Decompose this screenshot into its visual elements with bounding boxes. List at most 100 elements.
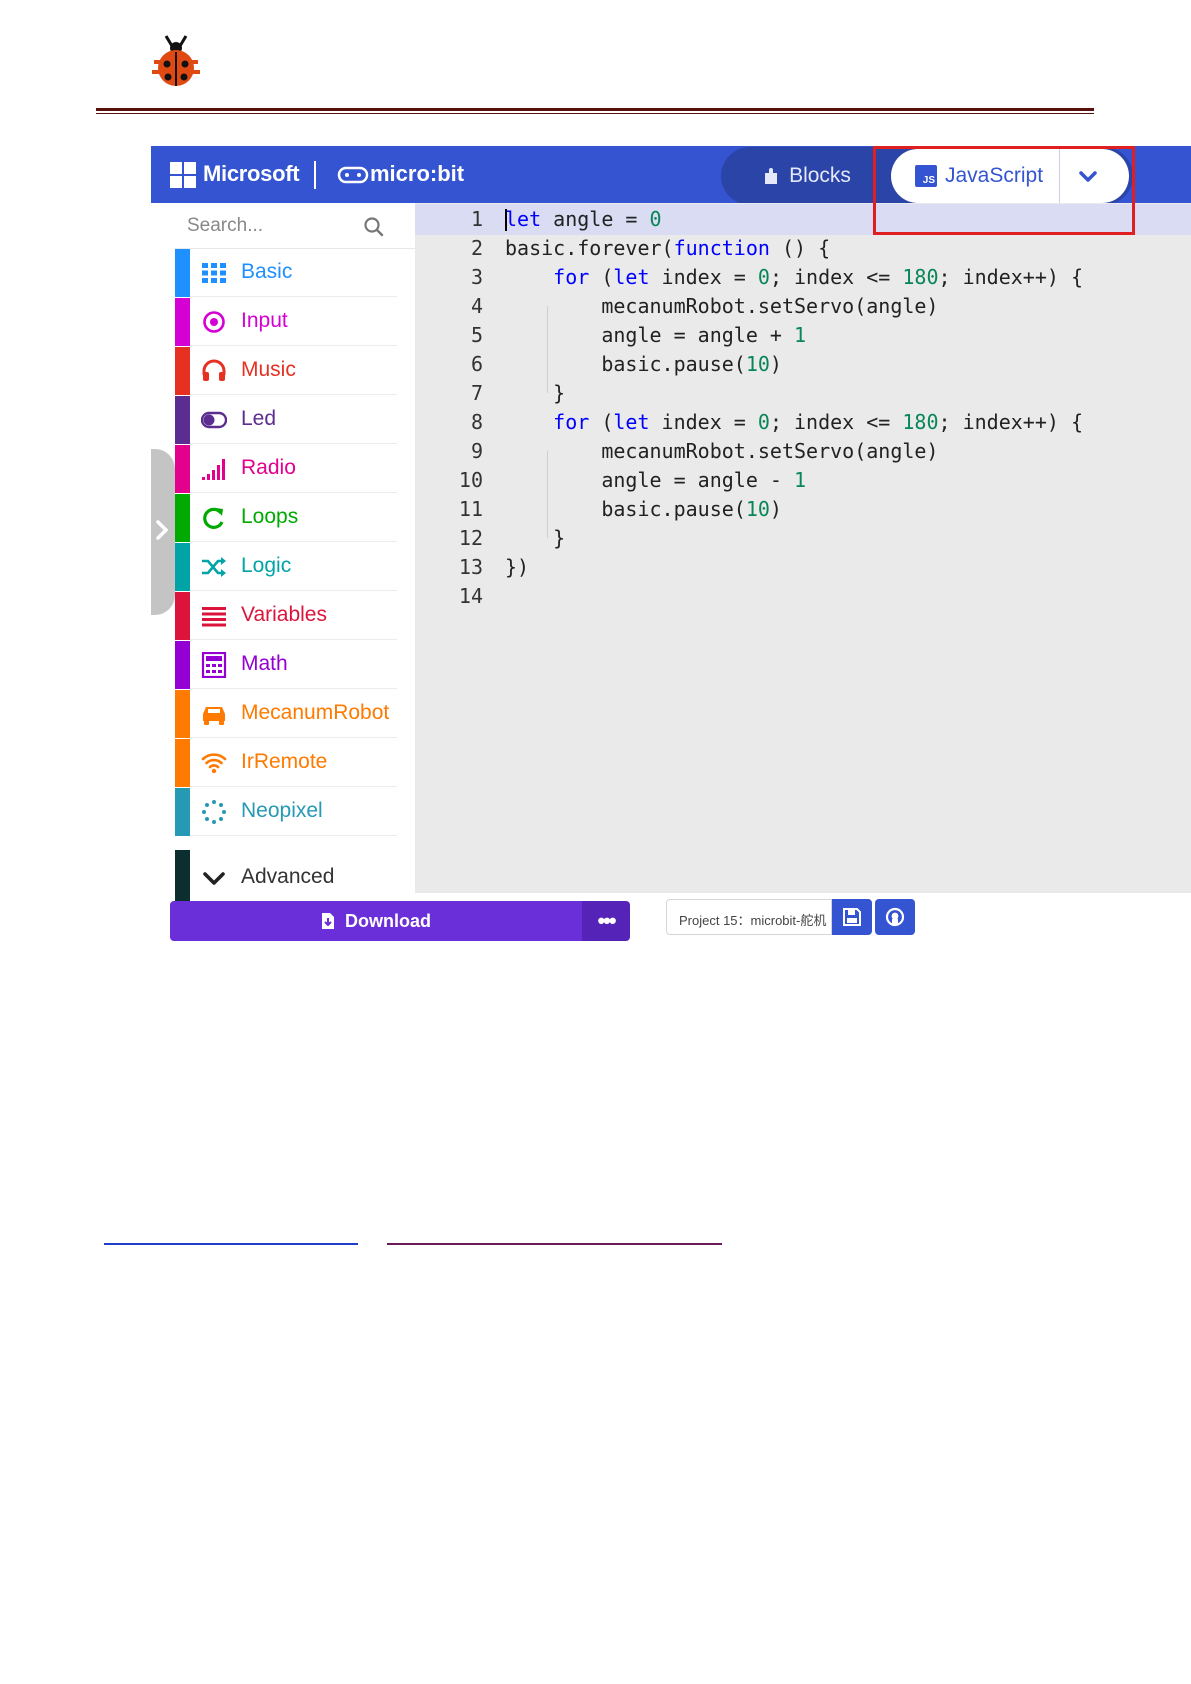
code-line[interactable]: 13}): [415, 552, 1191, 583]
microsoft-brand[interactable]: Microsoft: [203, 161, 300, 187]
line-number: 10: [458, 468, 483, 492]
category-logic[interactable]: Logic: [175, 543, 397, 591]
code-text: for (let index = 0; index <= 180; index+…: [553, 265, 1084, 289]
category-neopixel[interactable]: Neopixel: [175, 788, 397, 836]
category-label: Advanced: [241, 865, 335, 888]
category-label: Variables: [241, 603, 327, 626]
makecode-editor: Microsoft micro:bit Blocks JS JavaScript: [151, 146, 1191, 948]
code-line[interactable]: 11 basic.pause(10): [415, 494, 1191, 525]
category-basic[interactable]: Basic: [175, 249, 397, 297]
code-line[interactable]: 9 mecanumRobot.setServo(angle): [415, 436, 1191, 467]
code-text: }: [505, 526, 566, 550]
code-line[interactable]: 10 angle = angle - 1: [415, 465, 1191, 496]
save-button[interactable]: [832, 899, 872, 935]
category-color-bar: [175, 592, 190, 640]
category-label: IrRemote: [241, 750, 328, 773]
line-number: 8: [470, 410, 483, 434]
code-line[interactable]: 2 basic.forever(function () {: [415, 233, 1191, 264]
category-label: Logic: [241, 554, 292, 577]
code-line[interactable]: 7 }: [415, 378, 1191, 409]
refresh-icon: [203, 507, 224, 529]
line-number: 2: [470, 236, 483, 260]
code-editor[interactable]: 1 let angle = 0 2 basic.forever(function ()…: [415, 203, 1191, 893]
category-label: Radio: [241, 456, 296, 479]
category-color-bar: [175, 739, 190, 787]
microbit-logo-icon[interactable]: [337, 165, 369, 185]
download-button[interactable]: Download: [170, 901, 582, 941]
download-file-icon: [322, 913, 334, 929]
microsoft-logo-icon[interactable]: [170, 162, 196, 188]
chevron-right-icon: [156, 520, 169, 540]
category-mecanumrobot[interactable]: MecanumRobot: [175, 690, 397, 738]
document-link-underline[interactable]: [387, 1243, 722, 1245]
category-color-bar: [175, 543, 190, 591]
category-label: Input: [241, 309, 288, 332]
code-line[interactable]: 4 mecanumRobot.setServo(angle): [415, 291, 1191, 322]
line-number: 9: [470, 439, 483, 463]
puzzle-icon: [765, 168, 778, 184]
simulator-toggle[interactable]: [151, 449, 175, 615]
category-color-bar: [175, 249, 190, 297]
calculator-icon: [201, 652, 227, 678]
download-label: Download: [345, 910, 431, 931]
line-number: 3: [470, 265, 483, 289]
github-icon: [885, 907, 905, 927]
code-line[interactable]: 3 for (let index = 0; index <= 180; inde…: [415, 262, 1191, 293]
toggle-icon: [201, 411, 227, 429]
category-label: Basic: [241, 260, 293, 283]
search-icon[interactable]: [363, 216, 385, 238]
category-label: Music: [241, 358, 296, 381]
line-number: 14: [458, 584, 483, 608]
target-icon: [203, 311, 225, 333]
category-color-bar: [175, 690, 190, 738]
project-name-input[interactable]: Project 15：microbit-舵机: [666, 899, 832, 935]
more-options-button[interactable]: •••: [582, 901, 630, 941]
line-number: 5: [470, 323, 483, 347]
bottom-bar: Download ••• Project 15：microbit-舵机: [151, 891, 1191, 948]
chevron-down-icon: [203, 872, 225, 885]
category-led[interactable]: Led: [175, 396, 397, 444]
code-text: angle = angle - 1: [505, 468, 807, 492]
document-link-underline[interactable]: [104, 1243, 358, 1245]
microbit-brand[interactable]: micro:bit: [370, 161, 464, 187]
category-label: Neopixel: [241, 799, 323, 822]
ladybug-logo-icon: [152, 35, 200, 86]
code-text: basic.pause(10): [505, 497, 782, 521]
line-number: 1: [470, 207, 483, 231]
code-text: for (let index = 0; index <= 180; index+…: [553, 410, 1084, 434]
text-cursor: [505, 209, 507, 231]
category-label: Math: [241, 652, 288, 675]
line-number: 4: [470, 294, 483, 318]
code-line[interactable]: 12 }: [415, 523, 1191, 554]
search-input[interactable]: [187, 213, 357, 239]
dots-circle-icon: [202, 800, 226, 824]
code-text: basic.pause(10): [505, 352, 782, 376]
code-text: }: [505, 381, 566, 405]
code-line[interactable]: 5 angle = angle + 1: [415, 320, 1191, 351]
category-variables[interactable]: Variables: [175, 592, 397, 640]
headphones-icon: [202, 359, 226, 381]
github-button[interactable]: [875, 899, 915, 935]
category-color-bar: [175, 494, 190, 542]
code-text: let angle = 0: [505, 207, 662, 231]
header-rule: [96, 108, 1094, 111]
category-color-bar: [175, 396, 190, 444]
list-icon: [202, 607, 226, 627]
code-line[interactable]: 14: [415, 581, 1191, 612]
tab-blocks[interactable]: Blocks: [721, 147, 893, 205]
code-line[interactable]: 8 for (let index = 0; index <= 180; inde…: [415, 407, 1191, 438]
category-math[interactable]: Math: [175, 641, 397, 689]
category-radio[interactable]: Radio: [175, 445, 397, 493]
category-input[interactable]: Input: [175, 298, 397, 346]
category-irremote[interactable]: IrRemote: [175, 739, 397, 787]
code-line[interactable]: 6 basic.pause(10): [415, 349, 1191, 380]
code-text: angle = angle + 1: [505, 323, 807, 347]
category-color-bar: [175, 298, 190, 346]
line-number: 7: [470, 381, 483, 405]
category-music[interactable]: Music: [175, 347, 397, 395]
code-text: }): [505, 555, 530, 579]
line-number: 13: [458, 555, 483, 579]
category-loops[interactable]: Loops: [175, 494, 397, 542]
save-icon: [843, 908, 861, 926]
category-label: Loops: [241, 505, 299, 528]
